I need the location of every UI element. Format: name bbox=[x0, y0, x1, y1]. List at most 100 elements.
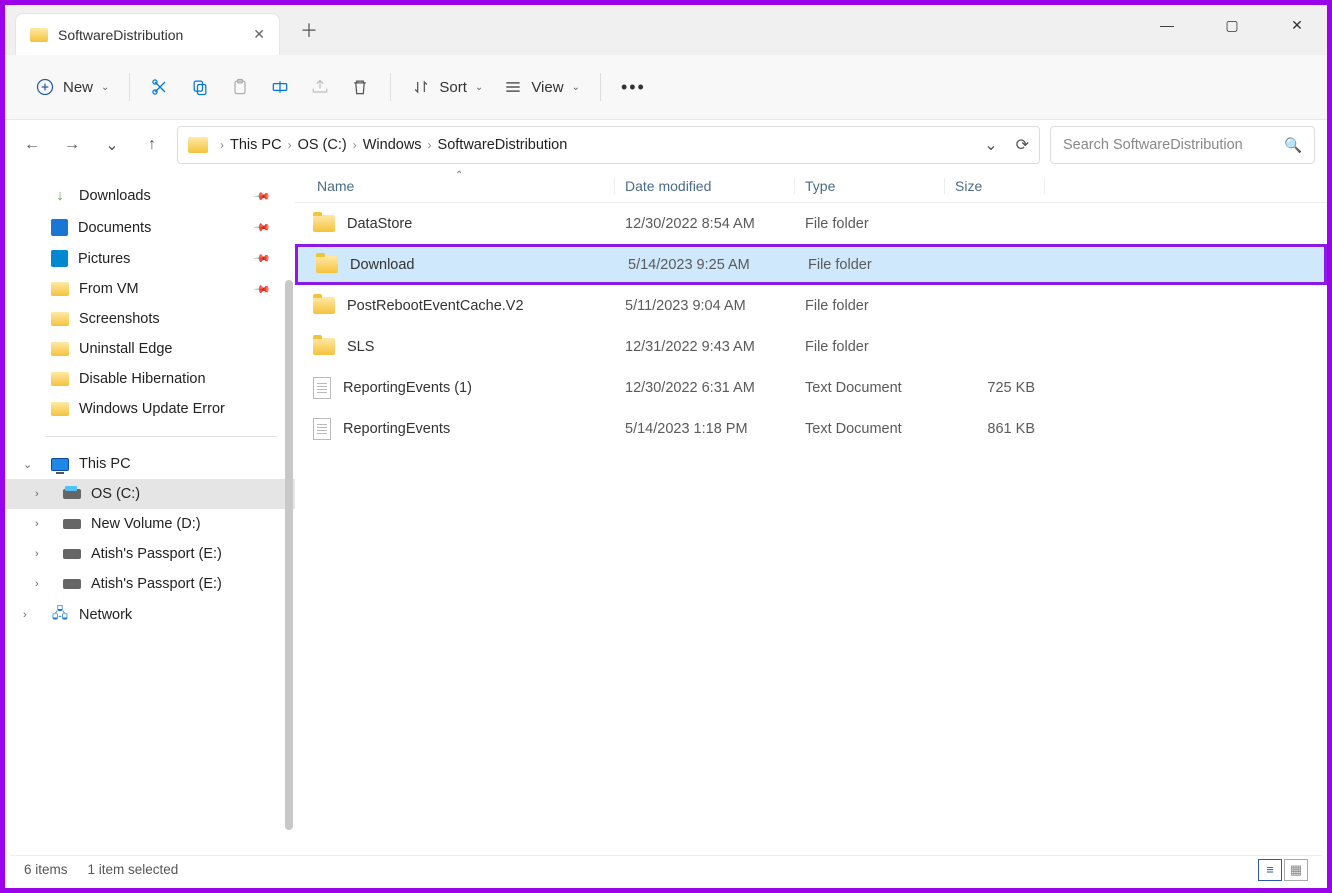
rename-button[interactable] bbox=[260, 71, 300, 103]
window-controls: — ▢ ✕ bbox=[1147, 5, 1317, 45]
up-button[interactable]: ↑ bbox=[137, 130, 167, 160]
sidebar-item[interactable]: Pictures 📌 bbox=[5, 243, 295, 274]
thumbnails-view-button[interactable]: ▦ bbox=[1284, 859, 1308, 881]
sidebar-item[interactable]: ↓Downloads📌 bbox=[5, 180, 295, 212]
breadcrumb-item[interactable]: OS (C:) bbox=[298, 137, 347, 153]
view-label: View bbox=[531, 79, 563, 96]
drive-icon bbox=[63, 519, 81, 529]
view-button[interactable]: View ⌄ bbox=[493, 71, 590, 103]
new-button[interactable]: New ⌄ bbox=[25, 71, 119, 103]
breadcrumb-item[interactable]: Windows bbox=[363, 137, 422, 153]
delete-button[interactable] bbox=[340, 71, 380, 103]
chevron-right-icon[interactable]: › bbox=[35, 548, 39, 560]
chevron-down-icon: ⌄ bbox=[101, 82, 109, 93]
file-row[interactable]: Download5/14/2023 9:25 AMFile folder bbox=[295, 244, 1327, 285]
recent-button[interactable]: ⌄ bbox=[97, 130, 127, 160]
sidebar-item-network[interactable]: ›🖧Network bbox=[5, 599, 295, 631]
header-name[interactable]: Name⌃ bbox=[295, 178, 615, 194]
copy-button[interactable] bbox=[180, 71, 220, 103]
chevron-right-icon[interactable]: › bbox=[35, 518, 39, 530]
file-type: Text Document bbox=[795, 421, 945, 437]
sidebar-label: Pictures bbox=[78, 251, 130, 267]
pin-icon: 📌 bbox=[253, 249, 272, 268]
sidebar-label: Atish's Passport (E:) bbox=[91, 576, 222, 592]
pin-icon: 📌 bbox=[253, 280, 272, 299]
sidebar-label: Screenshots bbox=[79, 311, 160, 327]
search-placeholder: Search SoftwareDistribution bbox=[1063, 137, 1243, 153]
close-tab-icon[interactable]: ✕ bbox=[253, 26, 265, 43]
chevron-right-icon[interactable]: › bbox=[23, 609, 27, 621]
pin-icon: 📌 bbox=[253, 187, 272, 206]
chevron-right-icon: › bbox=[220, 138, 224, 152]
breadcrumb-item[interactable]: This PC bbox=[230, 137, 282, 153]
file-row[interactable]: DataStore12/30/2022 8:54 AMFile folder bbox=[295, 203, 1327, 244]
search-input[interactable]: Search SoftwareDistribution 🔍 bbox=[1050, 126, 1315, 164]
refresh-icon[interactable]: ⟳ bbox=[1016, 135, 1029, 155]
file-size: 725 KB bbox=[945, 380, 1045, 396]
title-bar: SoftwareDistribution ✕ ＋ — ▢ ✕ bbox=[5, 5, 1327, 55]
chevron-down-icon[interactable]: ⌄ bbox=[23, 458, 32, 471]
sidebar-item-drive[interactable]: › Atish's Passport (E:) bbox=[5, 569, 295, 599]
file-row[interactable]: ReportingEvents (1)12/30/2022 6:31 AMTex… bbox=[295, 367, 1327, 408]
chevron-down-icon: ⌄ bbox=[572, 82, 580, 93]
folder-icon bbox=[51, 282, 69, 296]
file-row[interactable]: SLS 12/31/2022 9:43 AMFile folder bbox=[295, 326, 1327, 367]
search-icon: 🔍 bbox=[1284, 137, 1302, 154]
tab-title: SoftwareDistribution bbox=[58, 27, 183, 43]
chevron-down-icon[interactable]: ⌄ bbox=[984, 135, 997, 155]
folder-icon bbox=[51, 342, 69, 356]
sidebar-item-thispc[interactable]: ⌄This PC bbox=[5, 449, 295, 479]
header-date[interactable]: Date modified bbox=[615, 178, 795, 194]
close-button[interactable]: ✕ bbox=[1277, 5, 1317, 45]
folder-icon bbox=[313, 297, 335, 314]
file-date: 5/14/2023 1:18 PM bbox=[615, 421, 795, 437]
forward-button[interactable]: → bbox=[57, 130, 87, 160]
cut-icon bbox=[150, 77, 170, 97]
minimize-button[interactable]: — bbox=[1147, 5, 1187, 45]
sidebar-label: Documents bbox=[78, 220, 151, 236]
file-name: SLS bbox=[347, 339, 374, 355]
sidebar-item[interactable]: Disable Hibernation bbox=[5, 364, 295, 394]
maximize-button[interactable]: ▢ bbox=[1212, 5, 1252, 45]
file-list: Name⌃ Date modified Type Size DataStore1… bbox=[295, 170, 1327, 860]
breadcrumb-item[interactable]: SoftwareDistribution bbox=[438, 137, 568, 153]
sidebar-item[interactable]: From VM📌 bbox=[5, 274, 295, 304]
header-type[interactable]: Type bbox=[795, 178, 945, 194]
file-type: File folder bbox=[795, 339, 945, 355]
sidebar-item[interactable]: Screenshots bbox=[5, 304, 295, 334]
file-row[interactable]: ReportingEvents5/14/2023 1:18 PMText Doc… bbox=[295, 408, 1327, 449]
plus-circle-icon bbox=[35, 77, 55, 97]
back-button[interactable]: ← bbox=[17, 130, 47, 160]
new-tab-button[interactable]: ＋ bbox=[300, 17, 318, 43]
more-button[interactable]: ••• bbox=[611, 71, 656, 104]
cut-button[interactable] bbox=[140, 71, 180, 103]
file-date: 12/30/2022 6:31 AM bbox=[615, 380, 795, 396]
folder-icon bbox=[316, 256, 338, 273]
address-bar[interactable]: › This PC › OS (C:) › Windows › Software… bbox=[177, 126, 1040, 164]
sidebar-item[interactable]: Documents📌 bbox=[5, 212, 295, 243]
file-date: 12/31/2022 9:43 AM bbox=[615, 339, 795, 355]
sidebar-item-drive[interactable]: ›Atish's Passport (E:) bbox=[5, 539, 295, 569]
sort-icon bbox=[411, 77, 431, 97]
paste-button[interactable] bbox=[220, 71, 260, 103]
folder-icon bbox=[51, 372, 69, 386]
file-name: DataStore bbox=[347, 216, 412, 232]
sidebar-item-drive[interactable]: ›New Volume (D:) bbox=[5, 509, 295, 539]
chevron-right-icon[interactable]: › bbox=[35, 578, 39, 590]
chevron-down-icon: ⌄ bbox=[475, 82, 483, 93]
sidebar-item[interactable]: Uninstall Edge bbox=[5, 334, 295, 364]
sidebar-item[interactable]: Windows Update Error bbox=[5, 394, 295, 424]
tab[interactable]: SoftwareDistribution ✕ bbox=[15, 13, 280, 55]
drive-icon bbox=[63, 549, 81, 559]
drive-icon bbox=[63, 489, 81, 499]
file-row[interactable]: PostRebootEventCache.V25/11/2023 9:04 AM… bbox=[295, 285, 1327, 326]
pc-icon bbox=[51, 458, 69, 471]
sort-button[interactable]: Sort ⌄ bbox=[401, 71, 493, 103]
details-view-button[interactable]: ≡ bbox=[1258, 859, 1282, 881]
chevron-right-icon[interactable]: › bbox=[35, 488, 39, 500]
folder-icon bbox=[30, 28, 48, 42]
chevron-right-icon: › bbox=[353, 138, 357, 152]
share-button[interactable] bbox=[300, 71, 340, 103]
sidebar-item-drive[interactable]: ›OS (C:) bbox=[5, 479, 295, 509]
header-size[interactable]: Size bbox=[945, 178, 1045, 194]
